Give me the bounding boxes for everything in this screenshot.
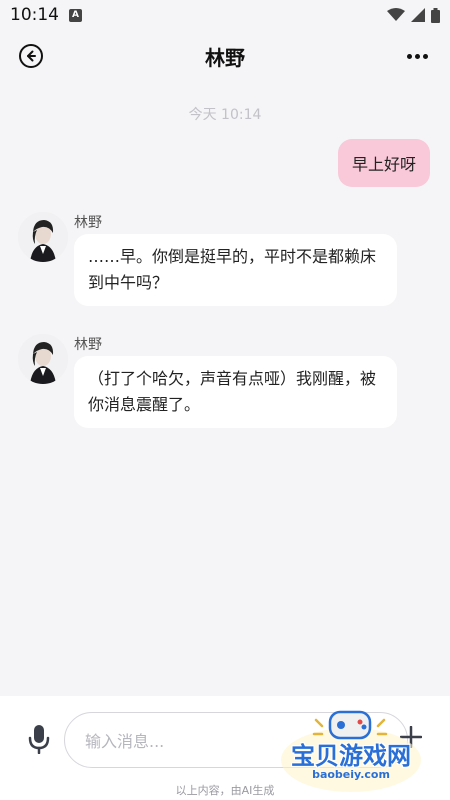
back-circle-icon bbox=[19, 44, 43, 68]
chat-timestamp: 今天 10:14 bbox=[188, 107, 262, 123]
bot-message: 林野 （打了个哈欠，声音有点哑）我刚醒，被你消息震醒了。 bbox=[18, 334, 418, 434]
more-dots-icon bbox=[406, 53, 412, 59]
bot-name: 林野 bbox=[74, 337, 102, 353]
avatar[interactable] bbox=[18, 212, 68, 262]
bot-message-bubble: ……早。你倒是挺早的，平时不是都赖床到中午吗？ bbox=[74, 234, 397, 306]
more-dot bbox=[422, 53, 428, 59]
bot-message: 林野 ……早。你倒是挺早的，平时不是都赖床到中午吗？ bbox=[18, 212, 418, 312]
status-time: 10:14 bbox=[10, 5, 59, 25]
user-message-bubble: 早上好呀 bbox=[337, 139, 430, 187]
wifi-icon bbox=[387, 8, 405, 21]
page-title: 林野 bbox=[205, 45, 245, 70]
bot-message-bubble: （打了个哈欠，声音有点哑）我刚醒，被你消息震醒了。 bbox=[74, 356, 397, 428]
status-left: 10:14 A bbox=[10, 5, 82, 25]
more-dot bbox=[414, 53, 420, 59]
watermark-logo: 宝贝游戏网 baobeiy.com bbox=[276, 708, 426, 794]
more-options-button[interactable] bbox=[404, 45, 430, 67]
a-badge-icon: A bbox=[69, 8, 82, 22]
message-input[interactable] bbox=[85, 728, 305, 754]
status-right bbox=[387, 7, 440, 23]
back-button[interactable] bbox=[18, 43, 44, 69]
avatar-image bbox=[18, 334, 68, 384]
avatar[interactable] bbox=[18, 334, 68, 384]
battery-icon bbox=[431, 7, 440, 23]
microphone-icon bbox=[28, 725, 50, 755]
avatar-image bbox=[18, 212, 68, 262]
chat-header: 林野 bbox=[0, 30, 450, 82]
bot-name: 林野 bbox=[74, 215, 102, 231]
watermark-text: 宝贝游戏网 bbox=[291, 742, 411, 770]
signal-icon bbox=[411, 8, 425, 22]
status-bar: 10:14 A bbox=[0, 0, 450, 30]
microphone-button[interactable] bbox=[28, 724, 50, 755]
watermark-domain: baobeiy.com bbox=[312, 768, 390, 781]
